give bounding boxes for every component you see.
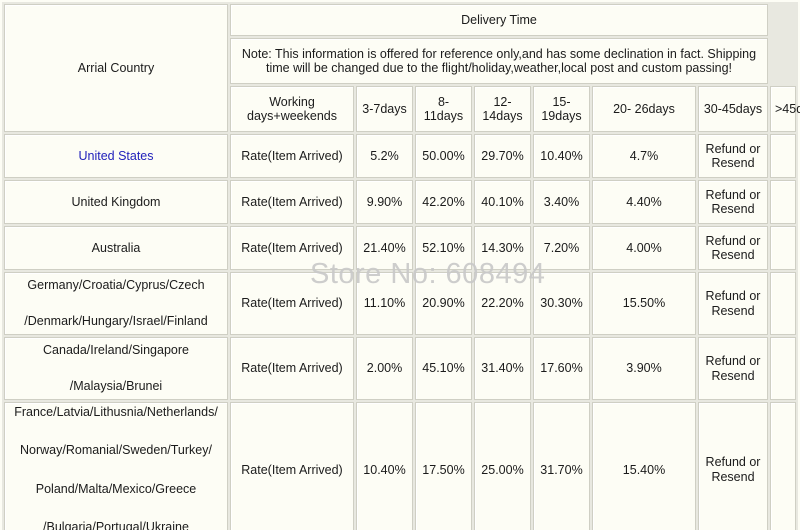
country-name-line: Poland/Malta/Mexico/Greece [35, 481, 197, 496]
column-header-line: 19days [541, 109, 582, 123]
country-cell: United Kingdom [4, 180, 228, 224]
arrival-country-header: Arrial Country [4, 4, 228, 132]
column-header-line: 12- [493, 94, 512, 109]
column-header-20-26days: 20- 26days [592, 86, 696, 132]
country-name-line: /Denmark/Hungary/Israel/Finland [24, 313, 208, 328]
policy-over-45days [770, 180, 796, 224]
policy-30-45days: Refund or Resend [698, 272, 768, 335]
rate-8-11days: 50.00% [415, 134, 472, 178]
country-cell: Australia [4, 226, 228, 270]
country-name-line: France/Latvia/Lithusnia/Netherlands/ [14, 405, 218, 419]
rate-3-7days: 9.90% [356, 180, 413, 224]
country-name-line: Norway/Romanial/Sweden/Turkey/ [20, 443, 212, 458]
table-row: Australia Rate(Item Arrived) 21.40% 52.1… [4, 226, 796, 270]
delivery-time-header: Delivery Time [230, 4, 768, 36]
country-cell: Canada/Ireland/Singapore /Malaysia/Brune… [4, 337, 228, 400]
rate-12-14days: 40.10% [474, 180, 531, 224]
column-header-line: 8- [437, 94, 450, 109]
column-header-line: 20- [613, 101, 632, 116]
rate-8-11days: 52.10% [415, 226, 472, 270]
rate-8-11days: 17.50% [415, 402, 472, 530]
rate-label: Rate(Item Arrived) [230, 180, 354, 224]
policy-over-45days [770, 402, 796, 530]
policy-over-45days [770, 134, 796, 178]
policy-30-45days: Refund or Resend [698, 402, 768, 530]
policy-30-45days: Refund or Resend [698, 134, 768, 178]
rate-12-14days: 31.40% [474, 337, 531, 400]
table-header-row-title: Arrial Country Delivery Time [4, 4, 796, 132]
country-name-line: Germany/Croatia/Cyprus/Czech [27, 277, 205, 292]
country-cell: Germany/Croatia/Cyprus/Czech /Denmark/Hu… [4, 272, 228, 335]
table-row: Germany/Croatia/Cyprus/Czech /Denmark/Hu… [4, 272, 796, 335]
rate-label: Rate(Item Arrived) [230, 134, 354, 178]
delivery-time-table: Arrial Country Delivery Time Note: This … [2, 2, 800, 530]
column-header-line: days+weekends [247, 109, 337, 123]
country-name-line: Canada/Ireland/Singapore [43, 342, 189, 357]
rate-12-14days: 29.70% [474, 134, 531, 178]
shipping-delivery-table-panel: Arrial Country Delivery Time Note: This … [0, 0, 800, 530]
table-row: United Kingdom Rate(Item Arrived) 9.90% … [4, 180, 796, 224]
policy-over-45days [770, 272, 796, 335]
country-link-united-states[interactable]: United States [9, 149, 223, 163]
country-cell: United States [4, 134, 228, 178]
column-header-15-19days: 15- 19days [533, 86, 590, 132]
rate-12-14days: 14.30% [474, 226, 531, 270]
rate-20-26days: 4.7% [592, 134, 696, 178]
table-row: France/Latvia/Lithusnia/Netherlands/ Nor… [4, 402, 796, 530]
rate-3-7days: 21.40% [356, 226, 413, 270]
country-name-line: /Malaysia/Brunei [69, 378, 163, 393]
rate-15-19days: 7.20% [533, 226, 590, 270]
rate-15-19days: 17.60% [533, 337, 590, 400]
policy-30-45days: Refund or Resend [698, 337, 768, 400]
rate-8-11days: 45.10% [415, 337, 472, 400]
column-header-3-7days: 3-7days [356, 86, 413, 132]
rate-15-19days: 10.40% [533, 134, 590, 178]
country-name: Australia [91, 240, 141, 255]
rate-15-19days: 30.30% [533, 272, 590, 335]
column-header-30-45days: 30-45days [698, 86, 768, 132]
rate-12-14days: 22.20% [474, 272, 531, 335]
rate-3-7days: 11.10% [356, 272, 413, 335]
rate-label: Rate(Item Arrived) [230, 272, 354, 335]
country-cell: France/Latvia/Lithusnia/Netherlands/ Nor… [4, 402, 228, 530]
rate-3-7days: 5.2% [356, 134, 413, 178]
column-header-12-14days: 12- 14days [474, 86, 531, 132]
policy-30-45days: Refund or Resend [698, 226, 768, 270]
column-header-8-11days: 8- 11days [415, 86, 472, 132]
column-header-line: Working [269, 94, 315, 109]
rate-3-7days: 10.40% [356, 402, 413, 530]
policy-30-45days: Refund or Resend [698, 180, 768, 224]
column-header-line: 26days [634, 101, 675, 116]
country-name-line: /Bulgaria/Portugal/Ukraine [43, 520, 189, 530]
delivery-note: Note: This information is offered for re… [230, 38, 768, 84]
rate-8-11days: 42.20% [415, 180, 472, 224]
rate-8-11days: 20.90% [415, 272, 472, 335]
table-row: Canada/Ireland/Singapore /Malaysia/Brune… [4, 337, 796, 400]
column-header-working-days: Working days+weekends [230, 86, 354, 132]
country-name: United Kingdom [71, 194, 161, 209]
rate-12-14days: 25.00% [474, 402, 531, 530]
column-header-line: 15- [552, 94, 571, 109]
rate-label: Rate(Item Arrived) [230, 402, 354, 530]
rate-20-26days: 4.40% [592, 180, 696, 224]
rate-3-7days: 2.00% [356, 337, 413, 400]
rate-20-26days: 4.00% [592, 226, 696, 270]
column-header-over-45days: >45days [770, 86, 800, 132]
rate-15-19days: 31.70% [533, 402, 590, 530]
column-header-line: >45days [775, 101, 800, 116]
policy-over-45days [770, 226, 796, 270]
rate-15-19days: 3.40% [533, 180, 590, 224]
policy-over-45days [770, 337, 796, 400]
column-header-line: 14days [482, 109, 523, 123]
rate-20-26days: 15.40% [592, 402, 696, 530]
rate-label: Rate(Item Arrived) [230, 226, 354, 270]
column-header-line: 3-7days [362, 101, 407, 116]
rate-20-26days: 3.90% [592, 337, 696, 400]
column-header-line: 30-45days [703, 101, 763, 116]
table-row: United States Rate(Item Arrived) 5.2% 50… [4, 134, 796, 178]
rate-label: Rate(Item Arrived) [230, 337, 354, 400]
column-header-line: 11days [423, 109, 464, 123]
rate-20-26days: 15.50% [592, 272, 696, 335]
